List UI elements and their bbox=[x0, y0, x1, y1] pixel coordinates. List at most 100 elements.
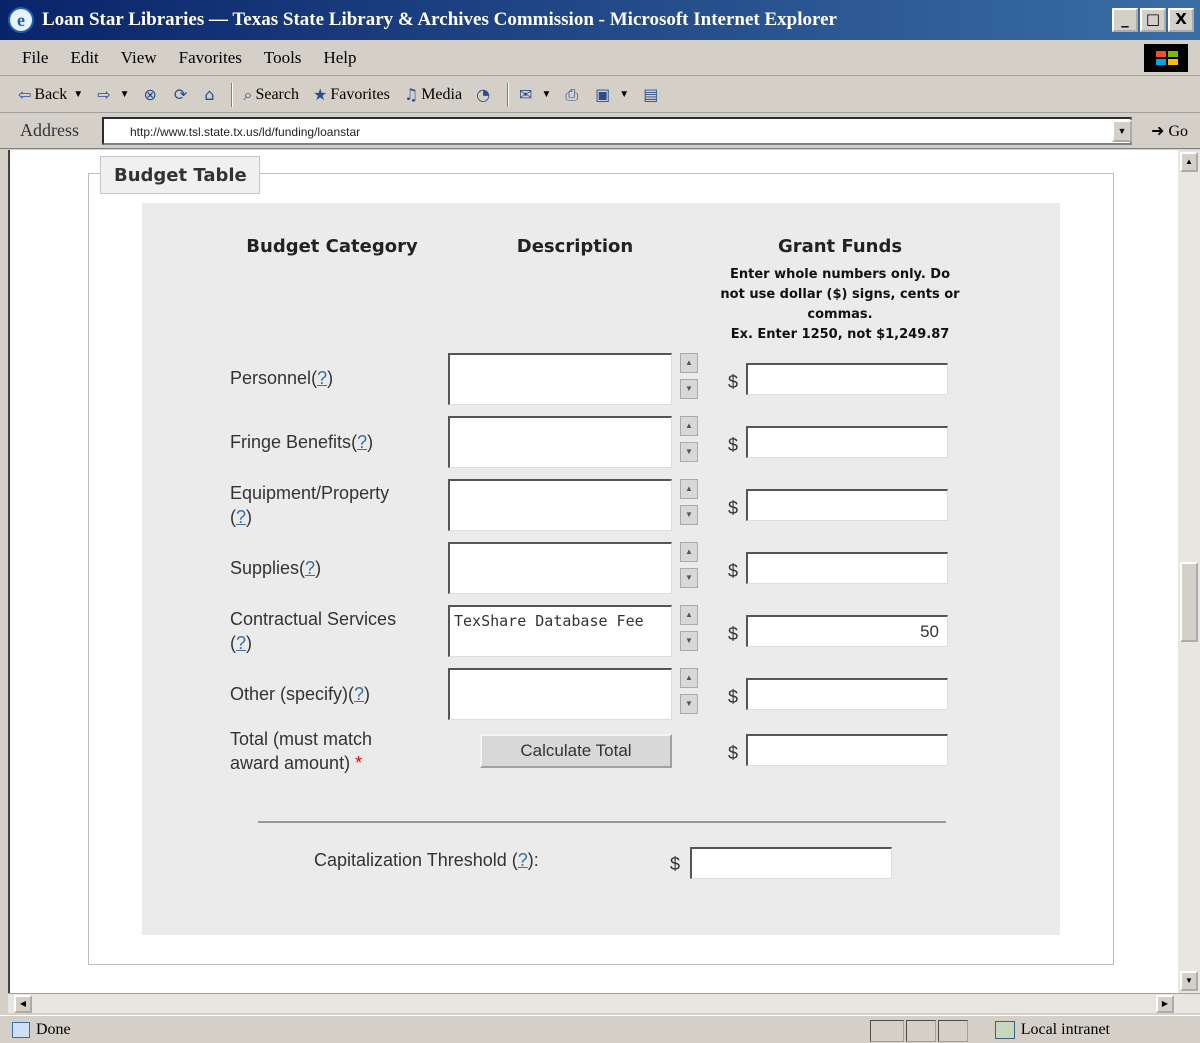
required-marker: * bbox=[355, 753, 363, 773]
horizontal-scrollbar[interactable]: ◀ ▶ bbox=[8, 993, 1200, 1013]
toolbar-divider bbox=[231, 82, 234, 107]
help-link[interactable]: ? bbox=[317, 368, 327, 388]
address-label: Address bbox=[20, 120, 79, 140]
description-scrollbar[interactable]: ▲ ▼ bbox=[680, 605, 700, 657]
other-description[interactable] bbox=[448, 668, 672, 720]
scroll-down-icon[interactable]: ▼ bbox=[680, 442, 698, 462]
scroll-up-icon[interactable]: ▲ bbox=[680, 668, 698, 688]
address-dropdown-icon[interactable]: ▼ bbox=[1112, 120, 1132, 142]
scroll-up-icon[interactable]: ▲ bbox=[680, 605, 698, 625]
stop-button[interactable]: ⊗ bbox=[144, 85, 160, 104]
supplies-amount[interactable] bbox=[746, 552, 948, 584]
vertical-scrollbar[interactable]: ▲ ▼ bbox=[1178, 150, 1200, 993]
instructions-line: Enter whole numbers only. Do bbox=[729, 267, 951, 282]
address-input[interactable]: http://www.tsl.state.tx.us/ld/funding/lo… bbox=[102, 117, 1132, 145]
help-link[interactable]: ? bbox=[354, 684, 364, 704]
header-grant-funds: Grant Funds bbox=[777, 236, 903, 257]
menu-file[interactable]: File bbox=[22, 48, 48, 68]
instructions-line: commas. bbox=[807, 307, 873, 322]
personnel-description[interactable] bbox=[448, 353, 672, 405]
forward-button[interactable]: ⇨ ▼ bbox=[97, 85, 129, 104]
local-intranet-icon bbox=[994, 1021, 1015, 1039]
window-controls: _ □ X bbox=[1112, 8, 1194, 32]
calculate-total-button[interactable]: Calculate Total bbox=[480, 734, 672, 768]
print-button[interactable]: ⎙ bbox=[565, 85, 581, 105]
scroll-up-icon[interactable]: ▲ bbox=[680, 542, 698, 562]
discuss-button[interactable]: ▤ bbox=[643, 85, 661, 104]
menu-favorites[interactable]: Favorites bbox=[179, 48, 242, 68]
capitalization-threshold-input[interactable] bbox=[690, 847, 892, 879]
total-amount[interactable] bbox=[746, 734, 948, 766]
menu-view[interactable]: View bbox=[121, 48, 157, 68]
scroll-down-icon[interactable]: ▼ bbox=[1180, 971, 1198, 991]
minimize-button[interactable]: _ bbox=[1112, 8, 1138, 32]
menu-tools[interactable]: Tools bbox=[264, 48, 302, 68]
mail-button[interactable]: ✉ ▼ bbox=[519, 85, 551, 104]
scroll-down-icon[interactable]: ▼ bbox=[680, 379, 698, 399]
close-button[interactable]: X bbox=[1168, 8, 1194, 32]
label-supplies: Supplies(?) bbox=[230, 558, 322, 578]
window-title: Loan Star Libraries — Texas State Librar… bbox=[42, 9, 837, 30]
personnel-amount[interactable] bbox=[746, 363, 948, 395]
history-button[interactable]: ◔ bbox=[476, 85, 493, 104]
mail-dropdown-icon[interactable]: ▼ bbox=[541, 89, 551, 100]
fringe-benefits-description[interactable] bbox=[448, 416, 672, 468]
forward-dropdown-icon[interactable]: ▼ bbox=[120, 89, 130, 100]
scroll-up-icon[interactable]: ▲ bbox=[1180, 152, 1198, 172]
status-text: Done bbox=[12, 1021, 71, 1039]
scroll-down-icon[interactable]: ▼ bbox=[680, 694, 698, 714]
status-pane bbox=[906, 1020, 936, 1042]
equipment-property-amount[interactable] bbox=[746, 489, 948, 521]
contractual-services-amount[interactable]: 50 bbox=[746, 615, 948, 647]
help-link[interactable]: ? bbox=[518, 850, 528, 870]
edit-button[interactable]: ▣ ▼ bbox=[595, 85, 629, 104]
dollar-sign: $ bbox=[728, 372, 739, 392]
other-amount[interactable] bbox=[746, 678, 948, 710]
scroll-left-icon[interactable]: ◀ bbox=[14, 995, 32, 1013]
search-icon: ⌕ bbox=[243, 84, 253, 104]
description-scrollbar[interactable]: ▲ ▼ bbox=[680, 353, 700, 405]
maximize-button[interactable]: □ bbox=[1140, 8, 1166, 32]
equipment-property-description[interactable] bbox=[448, 479, 672, 531]
favorites-button[interactable]: ★ Favorites bbox=[313, 85, 390, 104]
help-link[interactable]: ? bbox=[357, 432, 367, 452]
description-scrollbar[interactable]: ▲ ▼ bbox=[680, 668, 700, 720]
scroll-up-icon[interactable]: ▲ bbox=[680, 416, 698, 436]
supplies-description[interactable] bbox=[448, 542, 672, 594]
description-scrollbar[interactable]: ▲ ▼ bbox=[680, 542, 700, 594]
scroll-thumb[interactable] bbox=[1180, 562, 1198, 642]
print-icon: ⎙ bbox=[565, 84, 579, 104]
dollar-sign: $ bbox=[728, 561, 739, 581]
refresh-button[interactable]: ⟳ bbox=[174, 85, 190, 104]
edit-dropdown-icon[interactable]: ▼ bbox=[619, 89, 629, 100]
back-dropdown-icon[interactable]: ▼ bbox=[73, 89, 83, 100]
label-equipment-property: Equipment/Property (?) bbox=[230, 483, 390, 527]
description-scrollbar[interactable]: ▲ ▼ bbox=[680, 416, 700, 468]
go-arrow-icon: ➜ bbox=[1151, 123, 1165, 140]
back-button[interactable]: ⇦ Back ▼ bbox=[18, 85, 83, 104]
refresh-icon: ⟳ bbox=[173, 85, 188, 104]
help-link[interactable]: ? bbox=[305, 558, 315, 578]
home-icon: ⌂ bbox=[204, 85, 215, 104]
scroll-down-icon[interactable]: ▼ bbox=[680, 505, 698, 525]
description-scrollbar[interactable]: ▲ ▼ bbox=[680, 479, 700, 531]
media-button[interactable]: ♫ Media bbox=[404, 85, 462, 104]
help-link[interactable]: ? bbox=[236, 633, 246, 653]
security-zone: Local intranet bbox=[994, 1021, 1110, 1039]
home-button[interactable]: ⌂ bbox=[204, 85, 217, 104]
go-button[interactable]: ➜ Go bbox=[1151, 121, 1188, 141]
scroll-down-icon[interactable]: ▼ bbox=[680, 568, 698, 588]
row-label-text: Personnel bbox=[230, 368, 312, 388]
scroll-down-icon[interactable]: ▼ bbox=[680, 631, 698, 651]
scroll-right-icon[interactable]: ▶ bbox=[1156, 995, 1174, 1013]
address-bar: Address http://www.tsl.state.tx.us/ld/fu… bbox=[0, 113, 1200, 149]
fringe-benefits-amount[interactable] bbox=[746, 426, 948, 458]
search-button[interactable]: ⌕ Search bbox=[243, 85, 299, 105]
menu-edit[interactable]: Edit bbox=[70, 48, 98, 68]
help-link[interactable]: ? bbox=[236, 507, 246, 527]
contractual-services-description[interactable]: TexShare Database Fee bbox=[448, 605, 672, 657]
menu-help[interactable]: Help bbox=[323, 48, 356, 68]
scroll-up-icon[interactable]: ▲ bbox=[680, 479, 698, 499]
cap-label-suffix: : bbox=[533, 850, 539, 870]
scroll-up-icon[interactable]: ▲ bbox=[680, 353, 698, 373]
